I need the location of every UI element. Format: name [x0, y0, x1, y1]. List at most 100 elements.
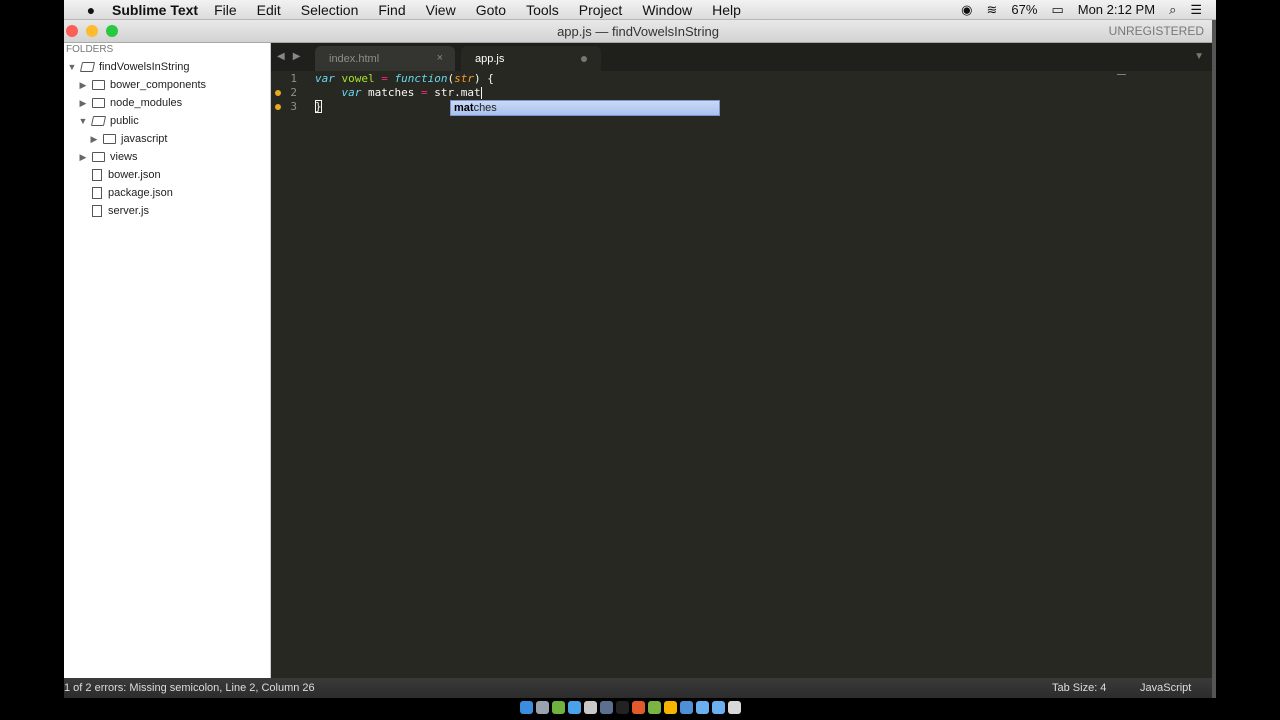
tree-item-bower-json[interactable]: bower.json	[64, 166, 270, 184]
trash-icon[interactable]	[728, 700, 741, 714]
dock	[520, 698, 760, 716]
folder-icon[interactable]	[696, 700, 709, 714]
menu-app-name[interactable]: Sublime Text	[112, 2, 198, 18]
file-icon	[92, 205, 102, 217]
menu-help[interactable]: Help	[712, 2, 741, 18]
unsaved-dot-icon[interactable]	[581, 56, 587, 62]
battery-percent[interactable]: 67%	[1011, 2, 1037, 17]
tab-nav-arrows: ◀ ▶	[277, 51, 300, 62]
minimap[interactable]: ▬▬▬	[1117, 72, 1126, 76]
record-icon[interactable]: ◉	[961, 2, 972, 18]
tree-item-label: package.json	[108, 187, 173, 199]
autocomplete-popup[interactable]: matches	[450, 100, 720, 116]
tab-app-js[interactable]: app.js	[461, 46, 601, 71]
tree-item-bower-components[interactable]: ▶ bower_components	[64, 76, 270, 94]
folder-open-icon	[90, 116, 107, 126]
tab-index-html[interactable]: index.html ×	[315, 46, 455, 71]
folder-sidebar: FOLDERS ▼ findVowelsInString ▶ bower_com…	[64, 43, 271, 678]
messages-icon[interactable]	[552, 700, 565, 714]
tab-size-selector[interactable]: Tab Size: 4	[1052, 682, 1106, 694]
system-preferences-icon[interactable]	[584, 700, 597, 714]
tab-prev-icon[interactable]: ◀	[277, 51, 285, 62]
search-icon[interactable]: ⌕	[1169, 2, 1176, 18]
collapsed-arrow-icon[interactable]: ▶	[78, 98, 88, 109]
tab-dropdown-icon[interactable]: ▼	[1194, 51, 1204, 62]
sublime-text-icon[interactable]	[632, 700, 645, 714]
safari-icon[interactable]	[568, 700, 581, 714]
tab-bar: ◀ ▶ index.html × app.js ▼	[271, 43, 1212, 71]
battery-icon[interactable]: ▭	[1051, 2, 1063, 18]
code-line: 2 var matches = str.mat	[271, 86, 1212, 100]
tree-item-label: bower.json	[108, 169, 161, 181]
file-icon	[92, 169, 102, 181]
tree-item-label: node_modules	[110, 97, 183, 109]
code-text: var vowel = function(str) {	[315, 72, 494, 85]
status-message: 1 of 2 errors: Missing semicolon, Line 2…	[64, 682, 315, 694]
tree-item-label: findVowelsInString	[99, 61, 190, 73]
list-icon[interactable]: ☰	[1190, 2, 1202, 18]
tree-item-server-js[interactable]: server.js	[64, 202, 270, 220]
tree-item-package-json[interactable]: package.json	[64, 184, 270, 202]
folder-icon[interactable]	[712, 700, 725, 714]
chrome-icon[interactable]	[664, 700, 677, 714]
finder-icon[interactable]	[520, 700, 533, 714]
menu-project[interactable]: Project	[579, 2, 623, 18]
apple-icon[interactable]: ●	[80, 2, 102, 18]
tree-item-label: javascript	[121, 133, 168, 145]
line-number: 1	[290, 72, 297, 85]
syntax-selector[interactable]: JavaScript	[1140, 682, 1191, 694]
menu-file[interactable]: File	[214, 2, 237, 18]
code-line: 3 }	[271, 100, 1212, 114]
mac-menubar: ● Sublime Text File Edit Selection Find …	[64, 0, 1216, 20]
code-text: var matches = str.mat	[341, 86, 482, 99]
menu-edit[interactable]: Edit	[257, 2, 281, 18]
menu-find[interactable]: Find	[378, 2, 405, 18]
collapsed-arrow-icon[interactable]: ▶	[89, 134, 99, 145]
wifi-icon[interactable]: ≋	[987, 2, 998, 18]
tree-item-views[interactable]: ▶ views	[64, 148, 270, 166]
file-icon	[92, 187, 102, 199]
menu-tools[interactable]: Tools	[526, 2, 559, 18]
tree-item-label: server.js	[108, 205, 149, 217]
folder-open-icon	[79, 62, 96, 72]
tab-label: index.html	[329, 52, 380, 65]
tree-item-javascript[interactable]: ▶ javascript	[64, 130, 270, 148]
collapsed-arrow-icon[interactable]: ▶	[78, 80, 88, 91]
tree-root-folder[interactable]: ▼ findVowelsInString	[64, 58, 270, 76]
tree-item-node-modules[interactable]: ▶ node_modules	[64, 94, 270, 112]
app-icon[interactable]	[648, 700, 661, 714]
tab-next-icon[interactable]: ▶	[293, 51, 301, 62]
folder-icon	[92, 80, 105, 90]
code-line: 1 var vowel = function(str) {	[271, 72, 1212, 86]
terminal-icon[interactable]	[616, 700, 629, 714]
launchpad-icon[interactable]	[536, 700, 549, 714]
text-cursor	[480, 87, 482, 99]
menu-view[interactable]: View	[426, 2, 456, 18]
clock[interactable]: Mon 2:12 PM	[1078, 2, 1155, 17]
close-tab-icon[interactable]: ×	[437, 52, 443, 64]
window-edge	[1212, 20, 1216, 698]
expanded-arrow-icon[interactable]: ▼	[67, 62, 77, 72]
autocomplete-rest: ches	[473, 102, 497, 114]
expanded-arrow-icon[interactable]: ▼	[78, 116, 88, 126]
menu-window[interactable]: Window	[642, 2, 692, 18]
code-editor[interactable]: ◀ ▶ index.html × app.js ▼ 1 var vowel = …	[271, 43, 1212, 678]
code-area[interactable]: 1 var vowel = function(str) { 2 var matc…	[271, 72, 1212, 114]
code-text: }	[315, 100, 322, 113]
menu-goto[interactable]: Goto	[476, 2, 506, 18]
app-icon[interactable]	[680, 700, 693, 714]
tree-item-label: public	[110, 115, 139, 127]
tree-item-label: bower_components	[110, 79, 207, 91]
tree-item-public[interactable]: ▼ public	[64, 112, 270, 130]
line-number: 3	[290, 100, 297, 113]
app-icon[interactable]	[600, 700, 613, 714]
autocomplete-match: mat	[454, 102, 474, 114]
menu-selection[interactable]: Selection	[301, 2, 359, 18]
collapsed-arrow-icon[interactable]: ▶	[78, 152, 88, 163]
status-bar: 1 of 2 errors: Missing semicolon, Line 2…	[64, 678, 1212, 698]
unregistered-label: UNREGISTERED	[1108, 24, 1204, 38]
menubar-status: ◉ ≋ 67% ▭ Mon 2:12 PM ⌕ ☰	[961, 2, 1202, 18]
line-number: 2	[290, 86, 297, 99]
folder-icon	[92, 152, 105, 162]
window-title: app.js — findVowelsInString	[557, 24, 719, 39]
